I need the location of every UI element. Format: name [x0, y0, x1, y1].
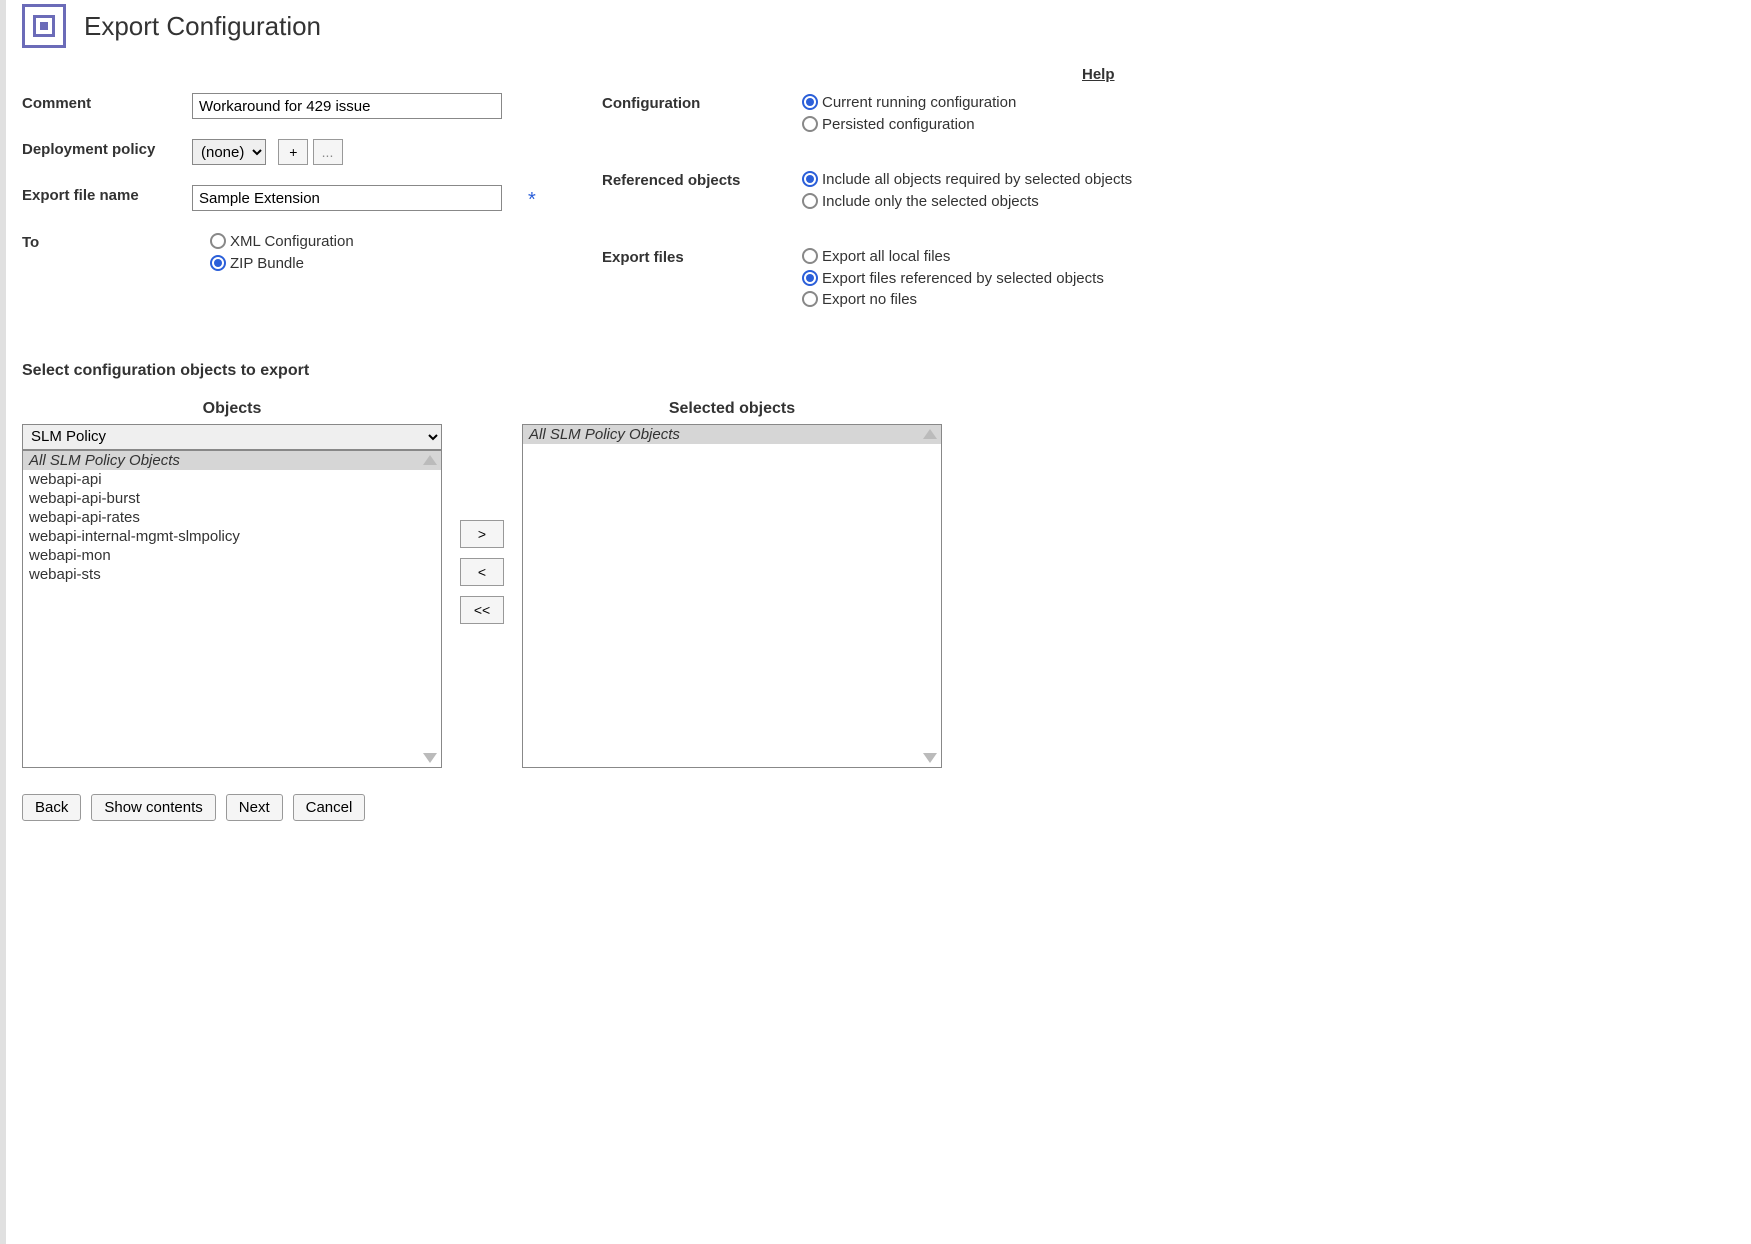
export-file-name-label: Export file name [22, 185, 192, 204]
radio-icon [802, 94, 818, 110]
deployment-policy-add-button[interactable]: + [278, 139, 308, 165]
list-item[interactable]: All SLM Policy Objects [23, 451, 441, 470]
scroll-up-icon [423, 455, 437, 465]
list-item[interactable]: webapi-api-burst [23, 489, 441, 508]
radio-icon [210, 233, 226, 249]
list-item[interactable]: All SLM Policy Objects [523, 425, 941, 444]
comment-label: Comment [22, 93, 192, 112]
exportfiles-option-none[interactable]: Export no files [802, 290, 1142, 310]
config-option-current[interactable]: Current running configuration [802, 93, 1142, 113]
exportfiles-option-all-label: Export all local files [822, 247, 950, 267]
move-left-button[interactable]: < [460, 558, 504, 586]
list-item[interactable]: webapi-api [23, 470, 441, 489]
radio-icon [802, 248, 818, 264]
to-option-xml-label: XML Configuration [230, 232, 354, 252]
to-option-zip-label: ZIP Bundle [230, 254, 304, 274]
to-label: To [22, 232, 192, 251]
help-link[interactable]: Help [1082, 66, 1115, 83]
required-mark: * [522, 185, 552, 212]
ref-option-all-label: Include all objects required by selected… [822, 170, 1132, 190]
radio-icon [802, 291, 818, 307]
radio-icon [802, 171, 818, 187]
selected-objects-heading: Selected objects [669, 400, 795, 418]
ref-option-all[interactable]: Include all objects required by selected… [802, 170, 1142, 190]
show-contents-button[interactable]: Show contents [91, 794, 215, 821]
export-file-name-input[interactable] [192, 185, 502, 211]
deployment-policy-select[interactable]: (none) [192, 139, 266, 165]
scroll-down-icon [923, 753, 937, 763]
back-button[interactable]: Back [22, 794, 81, 821]
select-objects-heading: Select configuration objects to export [22, 362, 1751, 380]
config-option-current-label: Current running configuration [822, 93, 1016, 113]
comment-input[interactable] [192, 93, 502, 119]
left-edge [0, 0, 6, 1244]
next-button[interactable]: Next [226, 794, 283, 821]
cancel-button[interactable]: Cancel [293, 794, 366, 821]
radio-icon [802, 193, 818, 209]
exportfiles-option-ref-label: Export files referenced by selected obje… [822, 269, 1104, 289]
ref-option-only-label: Include only the selected objects [822, 192, 1039, 212]
move-right-button[interactable]: > [460, 520, 504, 548]
to-option-xml[interactable]: XML Configuration [210, 232, 522, 252]
deployment-policy-more-button[interactable]: ... [313, 139, 343, 165]
scroll-down-icon [423, 753, 437, 763]
config-option-persisted-label: Persisted configuration [822, 115, 975, 135]
radio-icon [802, 116, 818, 132]
objects-heading: Objects [203, 400, 262, 418]
exportfiles-option-none-label: Export no files [822, 290, 917, 310]
move-left-all-button[interactable]: << [460, 596, 504, 624]
available-objects-listbox[interactable]: All SLM Policy Objects webapi-api webapi… [22, 450, 442, 768]
to-option-zip[interactable]: ZIP Bundle [210, 254, 522, 274]
ref-option-only[interactable]: Include only the selected objects [802, 192, 1142, 212]
radio-icon [210, 255, 226, 271]
config-option-persisted[interactable]: Persisted configuration [802, 115, 1142, 135]
objects-type-select[interactable]: SLM Policy [22, 424, 442, 450]
radio-icon [802, 270, 818, 286]
referenced-objects-label: Referenced objects [602, 170, 782, 189]
list-item[interactable]: webapi-internal-mgmt-slmpolicy [23, 527, 441, 546]
list-item[interactable]: webapi-api-rates [23, 508, 441, 527]
page-title: Export Configuration [84, 11, 321, 42]
scroll-up-icon [923, 429, 937, 439]
export-files-label: Export files [602, 247, 782, 266]
export-config-icon [22, 4, 66, 48]
configuration-label: Configuration [602, 93, 782, 112]
selected-objects-listbox[interactable]: All SLM Policy Objects [522, 424, 942, 768]
exportfiles-option-ref[interactable]: Export files referenced by selected obje… [802, 269, 1142, 289]
list-item[interactable]: webapi-mon [23, 546, 441, 565]
list-item[interactable]: webapi-sts [23, 565, 441, 584]
deployment-policy-label: Deployment policy [22, 139, 192, 159]
exportfiles-option-all[interactable]: Export all local files [802, 247, 1142, 267]
